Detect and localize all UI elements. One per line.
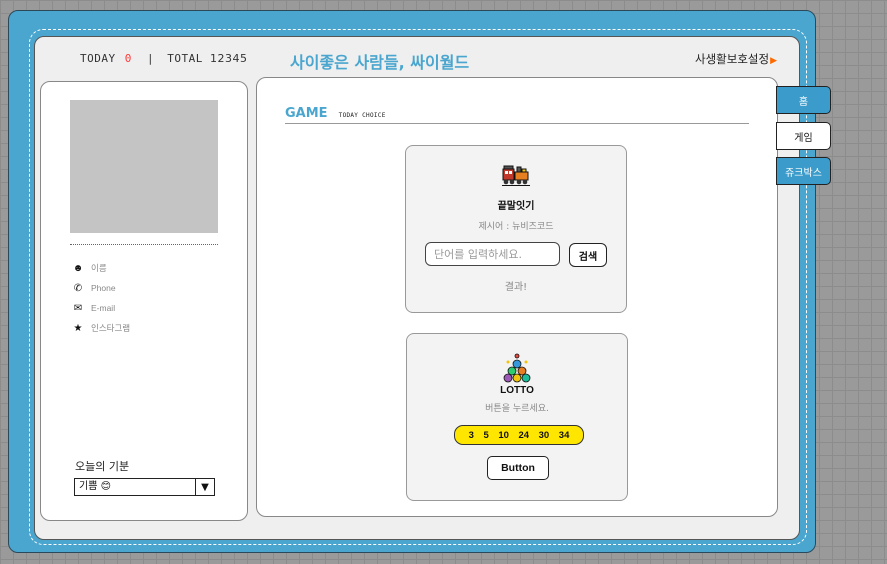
wordchain-title: 끝말잇기 (497, 201, 535, 212)
tab-label: 게임 (794, 132, 813, 144)
profile-info-list: ☻ 이름 ✆ Phone ✉ E-mail ★ 인스타그램 (71, 258, 130, 338)
section-header: GAME TODAY CHOICE (285, 102, 749, 124)
profile-item-name: ☻ 이름 (71, 258, 130, 278)
profile-item-label: 인스타그램 (91, 323, 131, 333)
phone-icon: ✆ (73, 282, 83, 294)
minihompy-frame: TODAY 0 | TOTAL 12345 사이좋은 사람들, 싸이월드 사생활… (8, 10, 816, 553)
tab-label: 홈 (798, 96, 809, 108)
profile-item-instagram: ★ 인스타그램 (71, 318, 131, 338)
lotto-instruction: 버튼을 누르세요. (485, 404, 549, 414)
section-subtitle: TODAY CHOICE (338, 112, 386, 119)
total-label: TOTAL (167, 52, 203, 65)
counter-separator: | (147, 52, 155, 65)
lotto-balls-icon (503, 353, 531, 383)
lotto-draw-button[interactable]: Button (487, 456, 549, 480)
lotto-title: LOTTO (500, 385, 534, 396)
main-panel: GAME TODAY CHOICE 끝말잇기 제시어: 뉴비즈코드 단어를 입… (256, 77, 778, 517)
visitor-counter: TODAY 0 | TOTAL 12345 (80, 52, 248, 65)
lotto-number: 30 (538, 429, 550, 441)
wordchain-suggestion: 제시어 : 뉴비즈코드 (478, 222, 554, 232)
divider (70, 244, 218, 245)
site-title: 사이좋은 사람들, 싸이월드 (290, 53, 470, 72)
total-count: 12345 (210, 52, 248, 65)
profile-item-label: E-mail (91, 303, 116, 313)
triangle-right-icon: ▶ (770, 56, 777, 66)
lotto-numbers: 3 5 10 24 30 34 (454, 425, 584, 445)
profile-item-email: ✉ E-mail (71, 298, 130, 318)
tab-jukebox[interactable]: 쥬크박스 (776, 157, 831, 185)
lotto-card: LOTTO 버튼을 누르세요. 3 5 10 24 30 34 Button (406, 333, 628, 501)
lotto-number: 24 (518, 429, 530, 441)
lotto-number: 34 (558, 429, 570, 441)
mood-label: 오늘의 기분 (75, 460, 130, 473)
profile-item-phone: ✆ Phone (71, 278, 130, 298)
smiley-icon: ☻ (72, 262, 84, 274)
star-icon: ★ (73, 322, 83, 334)
profile-item-label: Phone (91, 283, 116, 293)
lotto-number: 5 (483, 429, 489, 441)
today-label: TODAY (80, 52, 116, 65)
train-icon (502, 165, 530, 186)
envelope-icon: ✉ (73, 302, 83, 314)
privacy-settings-link[interactable]: 사생활보호설정▶ (695, 51, 777, 67)
mood-select[interactable]: 기쁨 😊 ▼ (74, 478, 215, 496)
today-count: 0 (124, 52, 132, 65)
profile-panel: ☻ 이름 ✆ Phone ✉ E-mail ★ 인스타그램 오늘의 기분 기쁨 (40, 81, 248, 521)
mood-value: 기쁨 😊 (79, 481, 112, 492)
wordchain-card: 끝말잇기 제시어 : 뉴비즈코드 검색 결과! (405, 145, 627, 313)
wordchain-result: 결과! (504, 282, 528, 293)
lotto-number: 3 (468, 429, 474, 441)
tab-game[interactable]: 게임 (776, 122, 831, 150)
lotto-number: 10 (498, 429, 509, 441)
search-button[interactable]: 검색 (569, 243, 607, 267)
privacy-label: 사생활보호설정 (695, 52, 770, 66)
profile-item-label: 이름 (91, 263, 107, 273)
word-input[interactable] (425, 242, 560, 266)
tab-label: 쥬크박스 (785, 167, 822, 179)
tab-home[interactable]: 홈 (776, 86, 831, 114)
section-title: GAME (285, 106, 328, 121)
dropdown-arrow-icon[interactable]: ▼ (195, 479, 214, 495)
inner-panel: TODAY 0 | TOTAL 12345 사이좋은 사람들, 싸이월드 사생활… (34, 36, 800, 540)
profile-photo (70, 100, 218, 233)
